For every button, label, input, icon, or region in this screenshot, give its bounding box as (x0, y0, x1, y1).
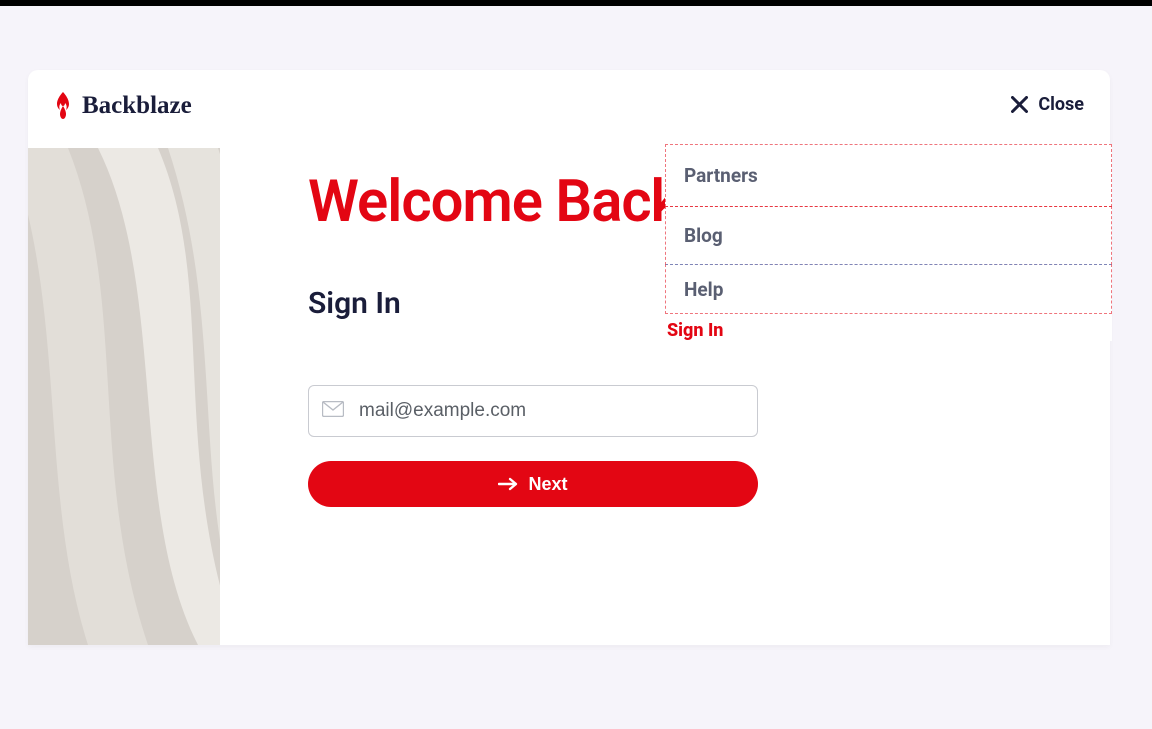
brand-name: Backblaze (82, 92, 192, 120)
card-header: Backblaze Close (28, 70, 1110, 148)
menu-item-label: Partners (684, 164, 758, 187)
menu-item-blog[interactable]: Blog (665, 206, 1112, 265)
next-label: Next (528, 474, 567, 495)
menu-item-help[interactable]: Help (665, 264, 1112, 314)
menu-signin-link[interactable]: Sign In (665, 320, 1112, 341)
menu-item-label: Help (684, 278, 723, 301)
email-field[interactable] (308, 385, 758, 437)
mail-icon (322, 401, 344, 421)
flame-icon (52, 92, 74, 120)
menu-item-partners[interactable]: Partners (665, 144, 1112, 207)
brand-logo[interactable]: Backblaze (52, 92, 192, 120)
close-label: Close (1038, 94, 1084, 115)
close-icon (1011, 96, 1028, 113)
arrow-right-icon (498, 477, 518, 491)
decorative-sidebar-image (28, 148, 220, 645)
browser-top-bar (0, 0, 1152, 6)
menu-item-label: Blog (684, 224, 723, 247)
nav-menu-panel: Partners Blog Help Sign In (665, 144, 1112, 341)
close-button[interactable]: Close (1011, 94, 1084, 115)
next-button[interactable]: Next (308, 461, 758, 507)
email-input-wrap (308, 385, 758, 437)
